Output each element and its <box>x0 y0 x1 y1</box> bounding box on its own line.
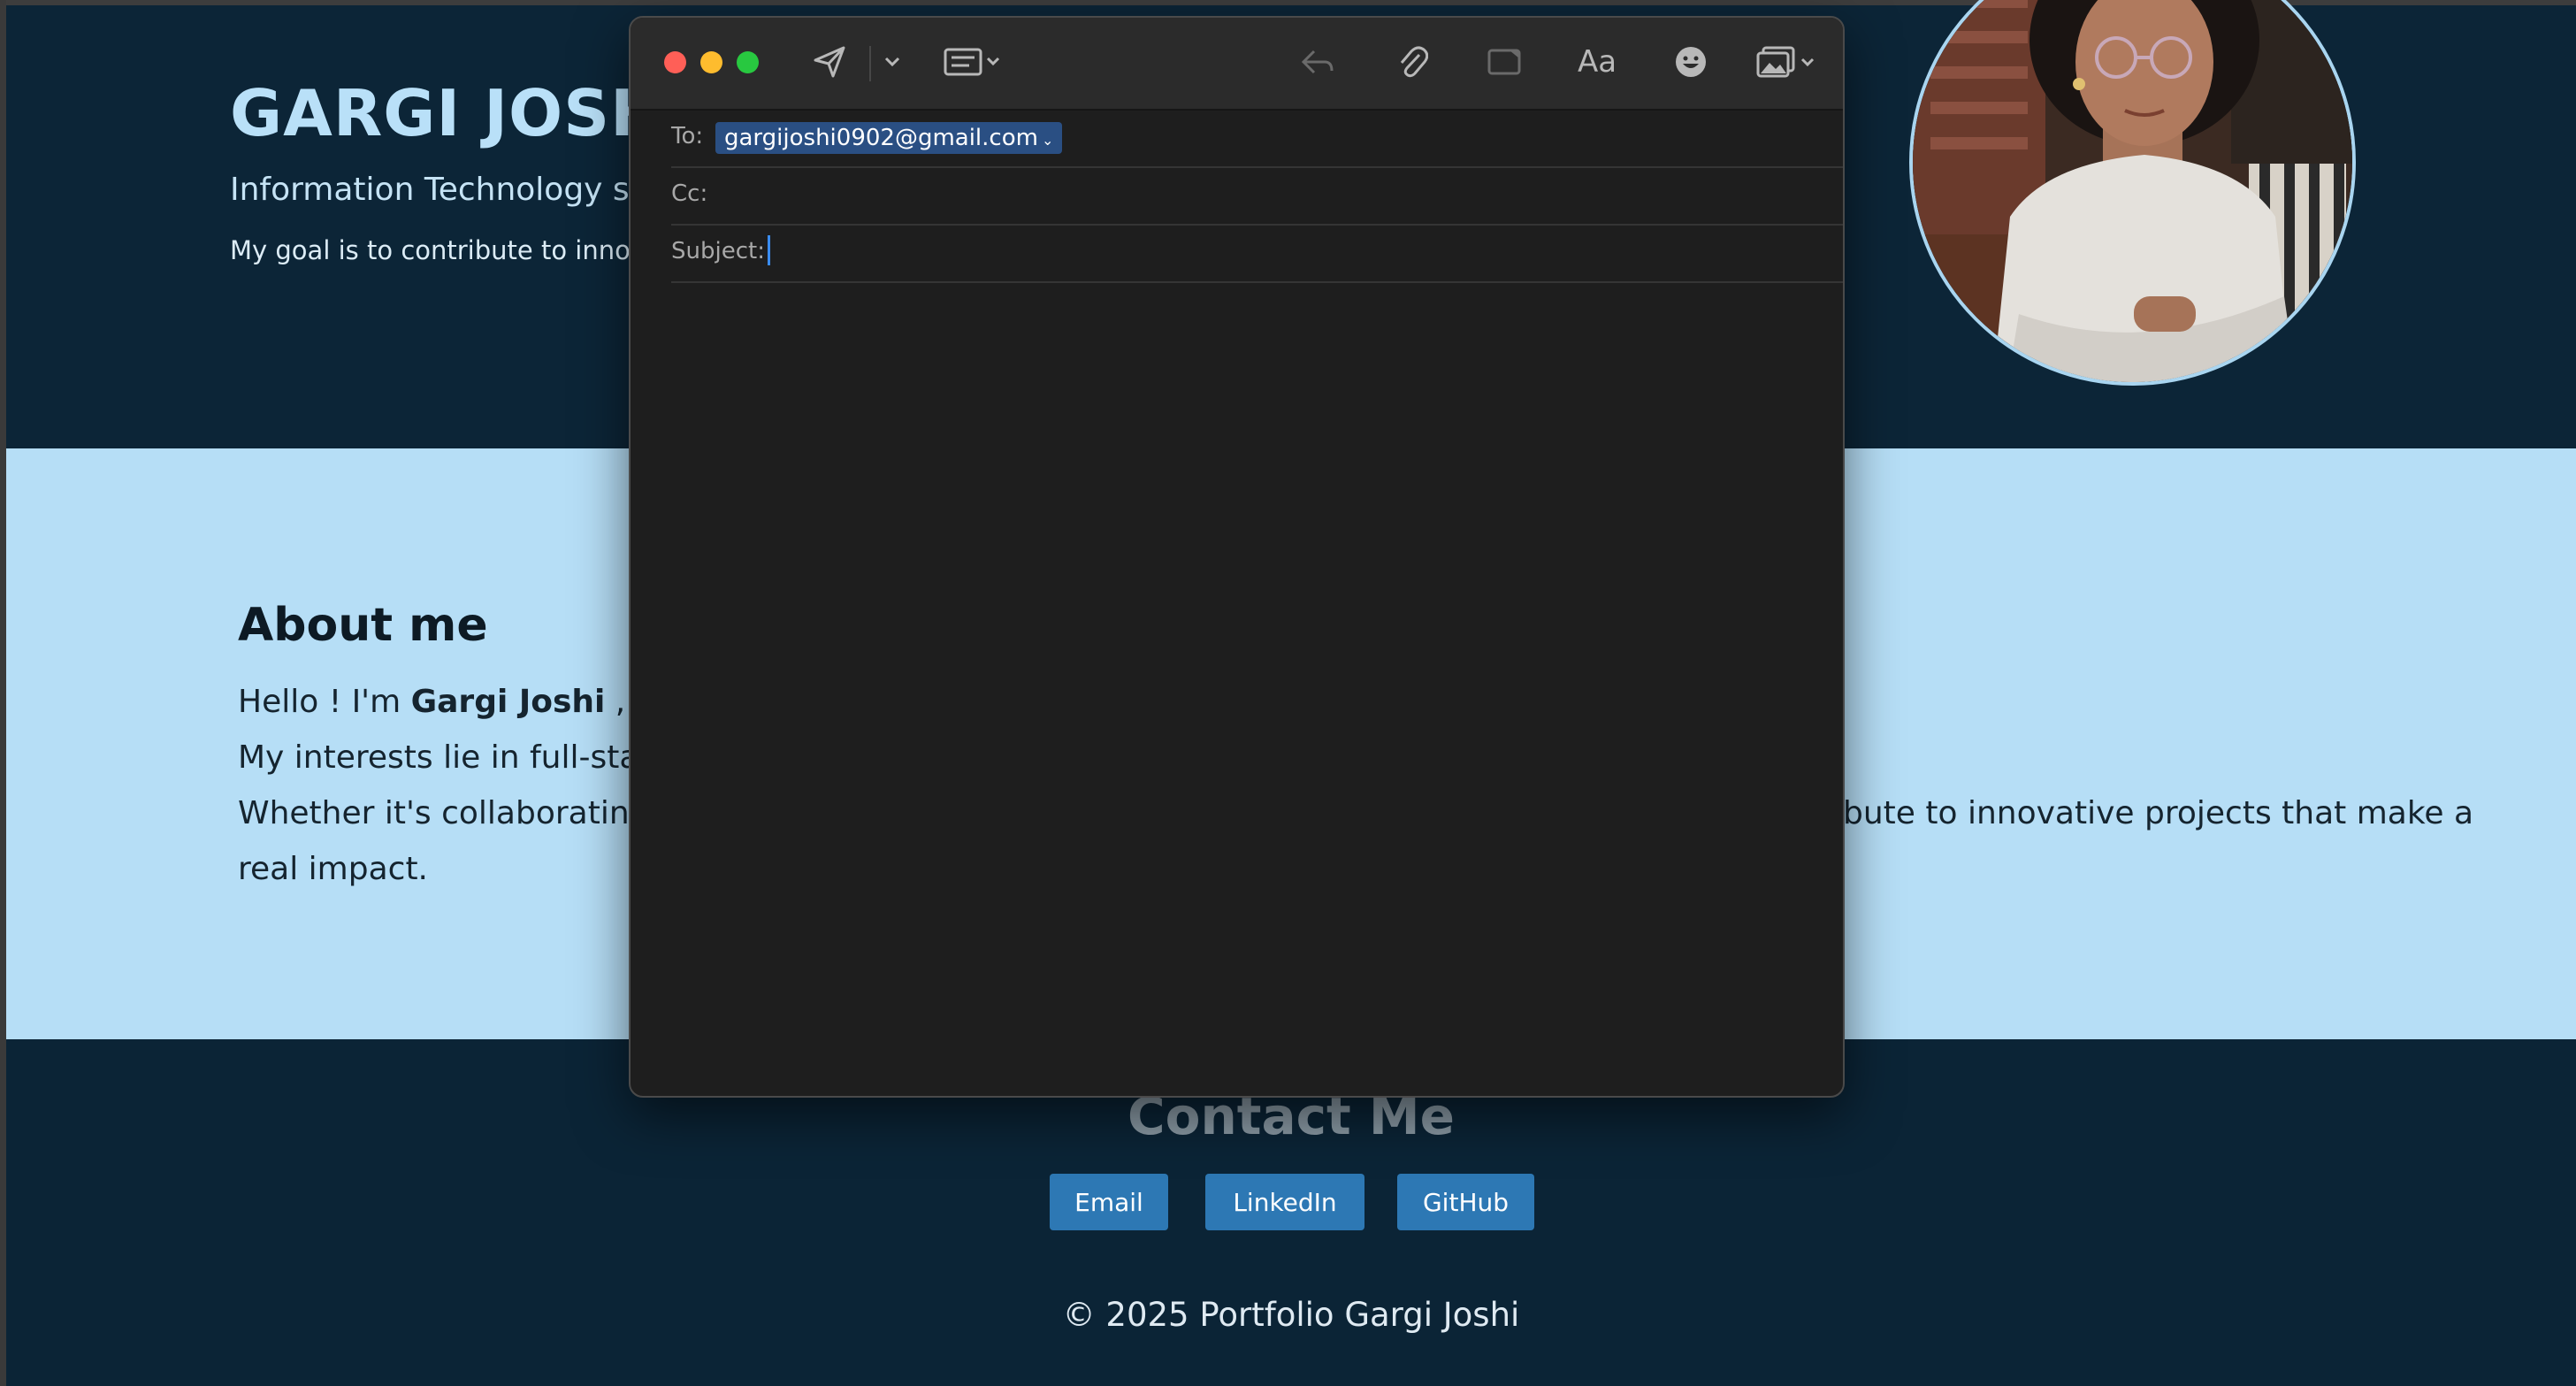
profile-photo <box>1909 0 2356 386</box>
to-label: To: <box>671 123 704 149</box>
mail-compose-window[interactable]: Aa To: gargijoshi0902@gmail.com ⌄ Cc: Sub… <box>629 16 1845 1098</box>
photo-browser-icon[interactable] <box>1755 42 1819 81</box>
format-icon[interactable]: Aa <box>1575 42 1619 81</box>
about-name: Gargi Joshi <box>410 684 606 720</box>
window-left-edge <box>0 0 6 1386</box>
about-title: About me <box>238 599 488 652</box>
recipient-address: gargijoshi0902@gmail.com <box>724 125 1038 151</box>
message-body[interactable] <box>631 283 1843 1079</box>
about-line-3-right: bute to innovative projects that make a <box>1843 795 2474 831</box>
header-fields-icon[interactable] <box>942 42 1005 81</box>
send-icon[interactable] <box>809 42 850 81</box>
hero-name: GARGI JOSHI <box>230 76 690 150</box>
hero-subtitle: Information Technology s <box>230 172 630 208</box>
hero-goal: My goal is to contribute to innov <box>230 235 646 265</box>
emoji-icon[interactable] <box>1670 42 1711 81</box>
recipient-token[interactable]: gargijoshi0902@gmail.com ⌄ <box>715 122 1063 154</box>
cc-label: Cc: <box>671 180 708 207</box>
close-window-button[interactable] <box>664 51 686 73</box>
chevron-down-icon: ⌄ <box>1041 132 1054 149</box>
about-line-2: My interests lie in full-sta <box>238 739 639 776</box>
zoom-window-button[interactable] <box>737 51 759 73</box>
linkedin-button[interactable]: LinkedIn <box>1205 1174 1364 1230</box>
email-button[interactable]: Email <box>1050 1174 1168 1230</box>
minimize-window-button[interactable] <box>700 51 722 73</box>
markup-icon[interactable] <box>1485 42 1525 81</box>
to-field[interactable]: To: gargijoshi0902@gmail.com ⌄ <box>671 109 1843 168</box>
mail-toolbar: Aa <box>631 18 1843 111</box>
footer-copyright: © 2025 Portfolio Gargi Joshi <box>1062 1296 1520 1334</box>
toolbar-separator <box>869 46 871 81</box>
about-line-1-prefix: Hello ! I'm <box>238 684 411 720</box>
text-cursor <box>768 235 770 265</box>
about-line-3-left: Whether it's collaborating <box>238 795 650 831</box>
github-button[interactable]: GitHub <box>1397 1174 1534 1230</box>
about-line-1: Hello ! I'm Gargi Joshi , I' <box>238 684 654 720</box>
about-line-4: real impact. <box>238 851 428 887</box>
reply-icon[interactable] <box>1297 42 1338 81</box>
attachment-icon[interactable] <box>1392 42 1433 81</box>
subject-label: Subject: <box>671 238 765 264</box>
subject-field[interactable]: Subject: <box>671 224 1843 283</box>
chevron-down-icon[interactable] <box>882 42 903 81</box>
cc-field[interactable]: Cc: <box>671 166 1843 226</box>
